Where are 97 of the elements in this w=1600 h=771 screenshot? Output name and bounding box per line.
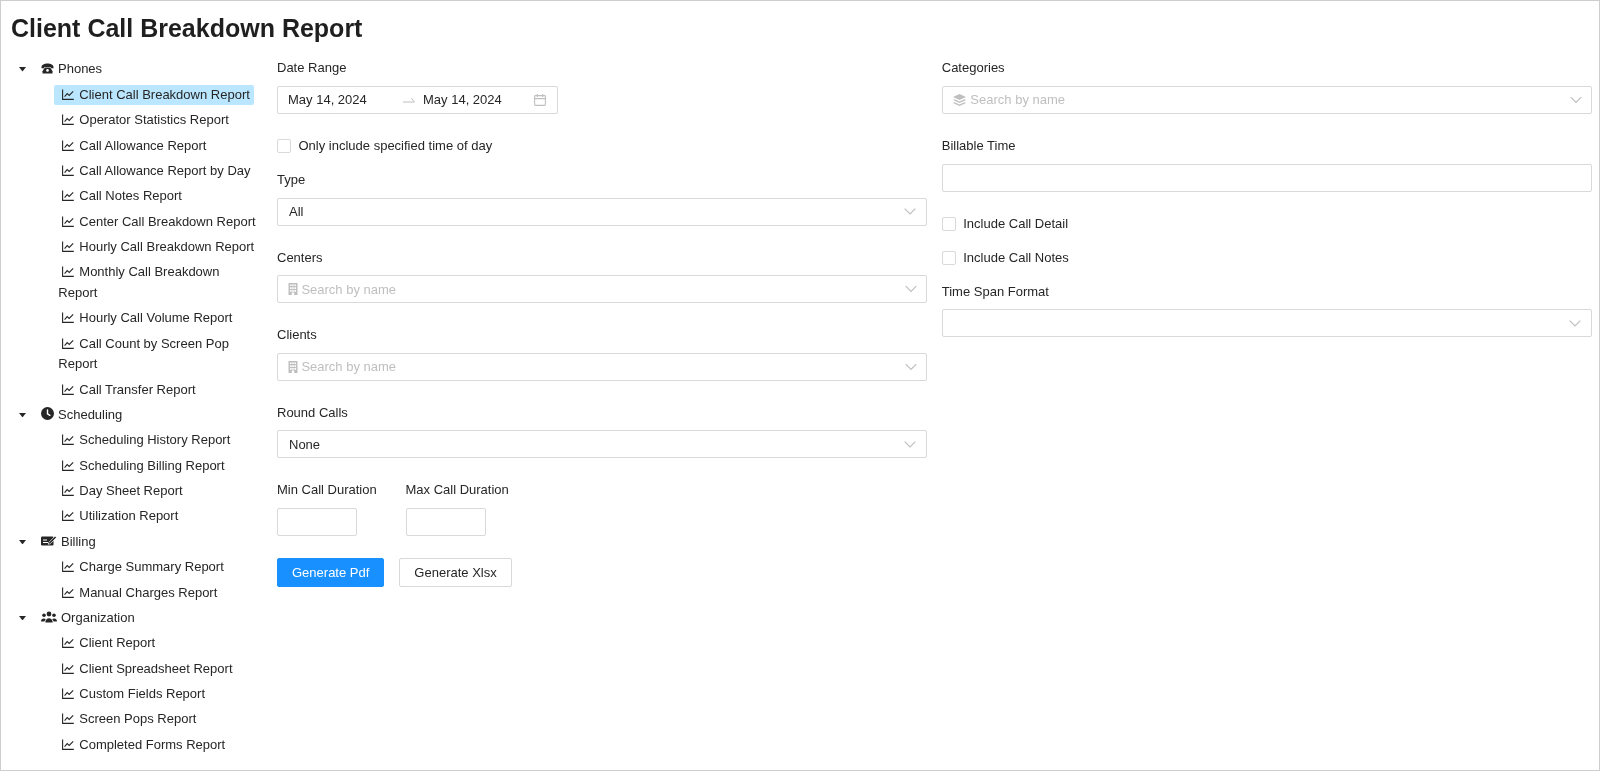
line-chart-icon	[62, 337, 75, 349]
line-chart-icon	[62, 266, 75, 278]
check-with-pen-icon	[41, 534, 57, 547]
line-chart-icon	[62, 139, 75, 151]
tree-item[interactable]: Center Call Breakdown Report	[54, 211, 260, 233]
line-chart-icon	[62, 662, 75, 674]
tree-item[interactable]: Scheduling History Report	[54, 430, 235, 451]
caret-icon[interactable]	[18, 413, 26, 418]
chevron-down-icon[interactable]	[904, 208, 917, 216]
line-chart-icon	[62, 190, 75, 202]
line-chart-icon	[62, 738, 75, 750]
tree-item[interactable]: Scheduling Billing Report	[54, 455, 229, 477]
tree-item[interactable]: Call Count by Screen Pop Report	[54, 333, 264, 375]
caret-icon[interactable]	[18, 67, 26, 72]
field-label: Round Calls	[277, 403, 349, 422]
tree-item[interactable]: Client Report	[54, 633, 160, 654]
tree-item[interactable]: Completed Forms Report	[54, 734, 230, 756]
telephone-icon	[41, 63, 54, 75]
checkbox[interactable]	[941, 216, 956, 231]
tree-item[interactable]: Manual Charges Report	[54, 582, 222, 604]
line-chart-icon	[62, 510, 75, 522]
tree-item[interactable]: Hourly Call Breakdown Report	[54, 237, 259, 258]
line-chart-icon	[62, 88, 75, 100]
tree-item[interactable]: Call Notes Report	[54, 186, 186, 207]
line-chart-icon	[62, 586, 75, 598]
chevron-down-icon[interactable]	[905, 363, 918, 371]
line-chart-icon	[62, 114, 75, 126]
dropdown-select[interactable]: None	[277, 430, 928, 459]
calendar-icon[interactable]	[534, 94, 546, 106]
start-date-input[interactable]: May 14, 2024	[288, 90, 395, 110]
text-input[interactable]	[941, 163, 1592, 192]
tree-group[interactable]: Scheduling	[37, 404, 127, 426]
tree-group[interactable]: Organization	[37, 607, 139, 629]
line-chart-icon	[62, 241, 75, 253]
field-label: Time Span Format	[941, 282, 1050, 301]
line-chart-icon	[62, 713, 75, 725]
field-label: Clients	[277, 326, 318, 345]
chevron-down-icon[interactable]	[1569, 319, 1581, 327]
line-chart-icon	[62, 164, 75, 176]
duration-input[interactable]	[277, 507, 357, 536]
chevron-down-icon[interactable]	[904, 440, 917, 448]
dropdown-select[interactable]: All	[277, 197, 928, 226]
line-chart-icon	[62, 459, 75, 471]
field-label: Date Range	[277, 59, 348, 78]
dropdown-select[interactable]	[941, 309, 1592, 338]
caret-icon[interactable]	[18, 539, 26, 545]
field-label: Type	[277, 171, 307, 189]
search-select-field[interactable]: Search by name	[277, 275, 928, 304]
field-label: Categories	[941, 59, 1006, 78]
checkbox[interactable]	[277, 139, 291, 153]
tree-item[interactable]: Utilization Report	[54, 506, 183, 527]
search-select-field[interactable]: Search by name	[941, 86, 1592, 114]
checkbox[interactable]	[941, 250, 956, 265]
line-chart-icon	[62, 561, 75, 573]
page-title: Client Call Breakdown Report	[10, 13, 364, 43]
checkbox-label[interactable]: Include Call Detail	[963, 213, 1069, 234]
chevron-down-icon[interactable]	[905, 285, 918, 293]
tree-item[interactable]: Call Transfer Report	[54, 379, 200, 401]
building-icon	[288, 283, 298, 296]
line-chart-icon	[62, 215, 75, 227]
line-chart-icon	[62, 688, 75, 700]
layers-icon	[952, 94, 966, 106]
tree-item[interactable]: Client Spreadsheet Report	[54, 658, 237, 680]
tree-item[interactable]: Screen Pops Report	[54, 709, 201, 730]
field-label: Billable Time	[941, 137, 1017, 155]
line-chart-icon	[62, 383, 75, 395]
tree-item[interactable]: Client Call Breakdown Report	[54, 84, 254, 106]
tree-group[interactable]: Phones	[37, 59, 107, 80]
tree-item[interactable]: Operator Statistics Report	[54, 110, 233, 131]
tree-item[interactable]: Call Allowance Report by Day	[54, 160, 255, 182]
tree-item[interactable]: Hourly Call Volume Report	[54, 308, 237, 329]
checkbox-label[interactable]: Include Call Notes	[963, 247, 1069, 268]
checkbox-label[interactable]: Only include specified time of day	[298, 136, 493, 156]
tree-item[interactable]: Day Sheet Report	[54, 481, 187, 502]
line-chart-icon	[62, 312, 75, 324]
users-icon	[41, 610, 57, 623]
generate-xlsx-button[interactable]: Generate Xlsx	[399, 557, 512, 587]
chevron-down-icon[interactable]	[1570, 96, 1582, 104]
tree-item[interactable]: Monthly Call Breakdown Report	[54, 262, 264, 304]
clock-icon	[41, 406, 54, 420]
line-chart-icon	[62, 485, 75, 497]
field-label: Min Call Duration	[277, 481, 378, 500]
end-date-input[interactable]: May 14, 2024	[423, 90, 530, 110]
tree-item[interactable]: Call Allowance Report	[54, 135, 211, 157]
date-range-picker[interactable]: May 14, 2024 May 14, 2024	[277, 86, 558, 114]
line-chart-icon	[62, 637, 75, 649]
tree-group[interactable]: Billing	[37, 531, 100, 553]
line-chart-icon	[62, 434, 75, 446]
building-icon	[288, 360, 298, 373]
tree-item[interactable]: Charge Summary Report	[54, 557, 228, 578]
arrow-right-icon	[403, 97, 415, 103]
field-label: Max Call Duration	[405, 481, 510, 500]
caret-icon[interactable]	[18, 616, 26, 621]
field-label: Centers	[277, 248, 324, 267]
duration-input[interactable]	[405, 507, 486, 536]
tree-item[interactable]: Custom Fields Report	[54, 684, 209, 705]
search-select-field[interactable]: Search by name	[277, 352, 928, 381]
